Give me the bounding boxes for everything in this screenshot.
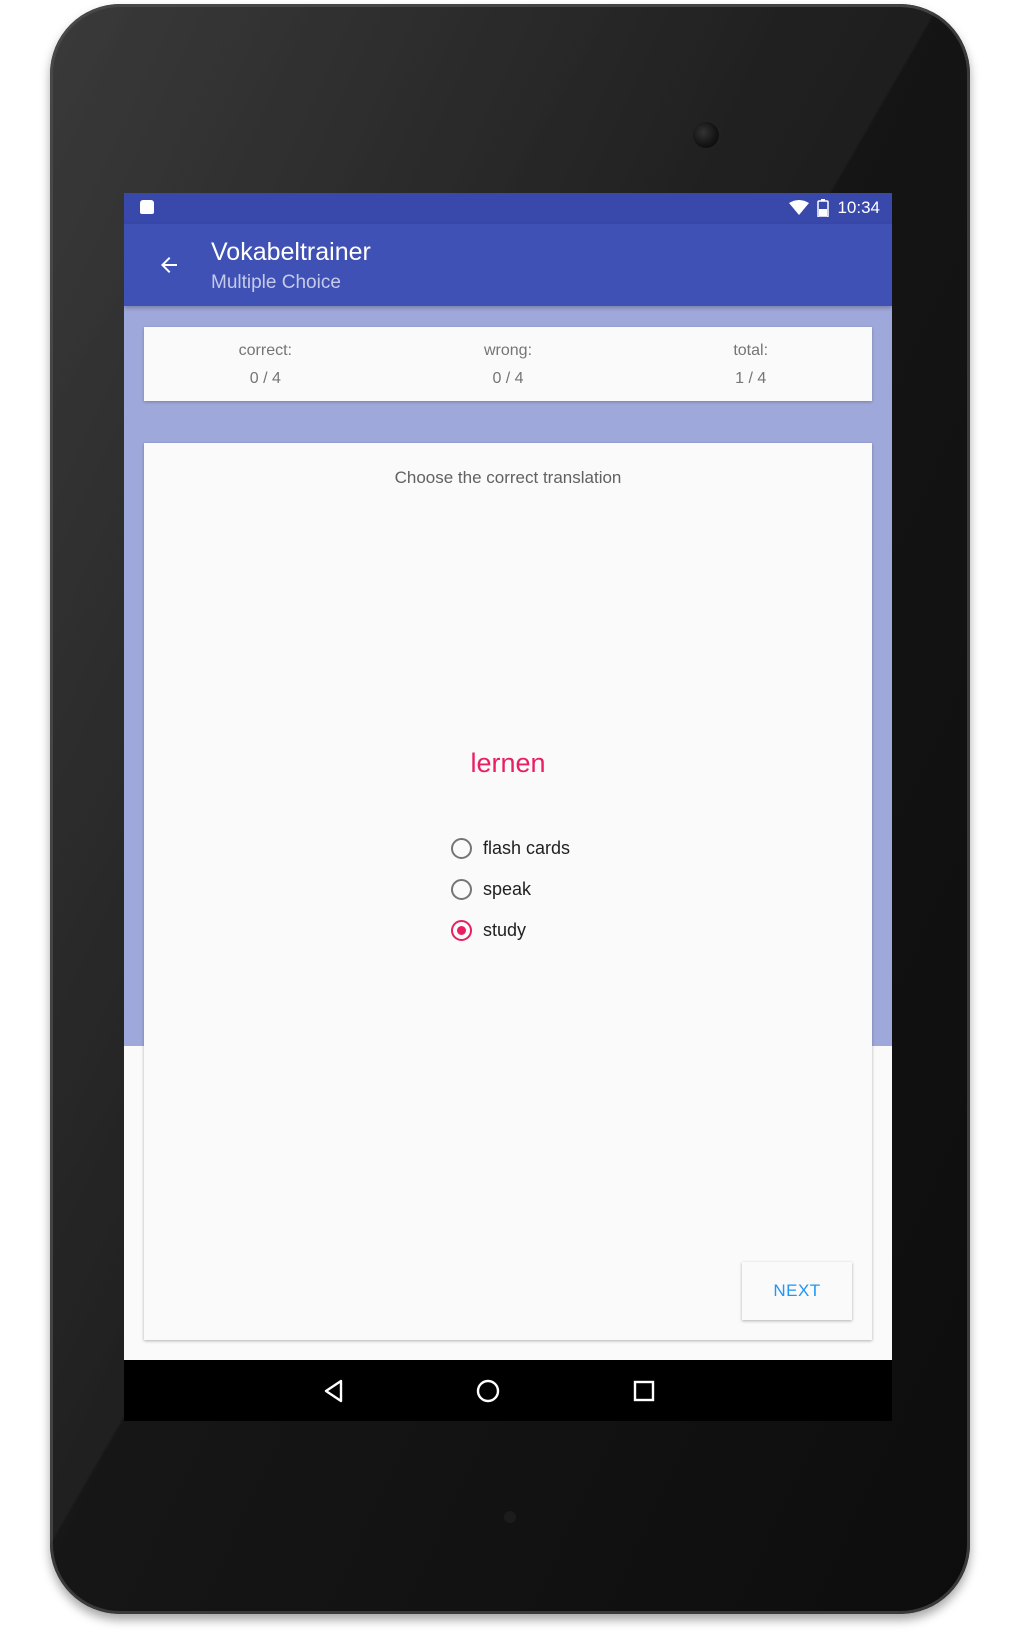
nav-home-button[interactable] [471,1374,505,1408]
next-button[interactable]: NEXT [742,1262,852,1320]
system-nav-bar [124,1360,892,1421]
quiz-word: lernen [470,748,546,778]
battery-icon [817,199,830,217]
quiz-card: Choose the correct translation lernen fl… [144,443,872,1340]
stats-card: correct: 0 / 4 wrong: 0 / 4 total: 1 / 4 [144,327,872,401]
front-camera [693,122,719,148]
android-notification-icon [140,200,154,214]
stat-total-value: 1 / 4 [735,370,767,387]
status-bar: 10:34 [124,193,892,224]
back-triangle-icon [324,1379,343,1403]
status-time: 10:34 [837,198,880,217]
stat-total-label: total: [733,342,769,359]
app-screen: 10:34 Vokabeltrainer Multiple Choice cor… [124,193,892,1421]
app-toolbar: Vokabeltrainer Multiple Choice [124,224,892,306]
quiz-instruction: Choose the correct translation [394,468,622,487]
home-circle-icon [476,1379,500,1403]
radio-button[interactable] [451,879,472,900]
wifi-icon [789,200,810,215]
stat-correct-value: 0 / 4 [249,370,281,387]
stat-wrong-value: 0 / 4 [492,370,524,387]
answer-option-study[interactable]: study [451,910,570,951]
status-bar-right: 10:34 [789,198,880,218]
answer-option-flash-cards[interactable]: flash cards [451,828,570,869]
stat-wrong-label: wrong: [483,342,533,359]
answer-option-label: flash cards [483,838,571,858]
radio-button-selected[interactable] [451,920,472,941]
recents-square-icon [633,1380,655,1402]
nav-back-button[interactable] [317,1374,351,1408]
stat-correct: correct: 0 / 4 [144,327,387,401]
answer-option-speak[interactable]: speak [451,869,570,910]
answer-option-label: speak [483,879,532,899]
device-sensor [504,1511,516,1523]
stat-wrong: wrong: 0 / 4 [387,327,630,401]
answer-options: flash cards speak study [451,828,570,951]
answer-option-label: study [483,920,527,940]
nav-recents-button[interactable] [627,1374,661,1408]
stat-total: total: 1 / 4 [629,327,872,401]
radio-button[interactable] [451,838,472,859]
toolbar-title: Vokabeltrainer [211,238,371,266]
arrow-left-icon [161,257,177,273]
toolbar-subtitle: Multiple Choice [211,272,341,293]
back-button[interactable] [154,250,184,280]
stat-correct-label: correct: [238,342,292,359]
